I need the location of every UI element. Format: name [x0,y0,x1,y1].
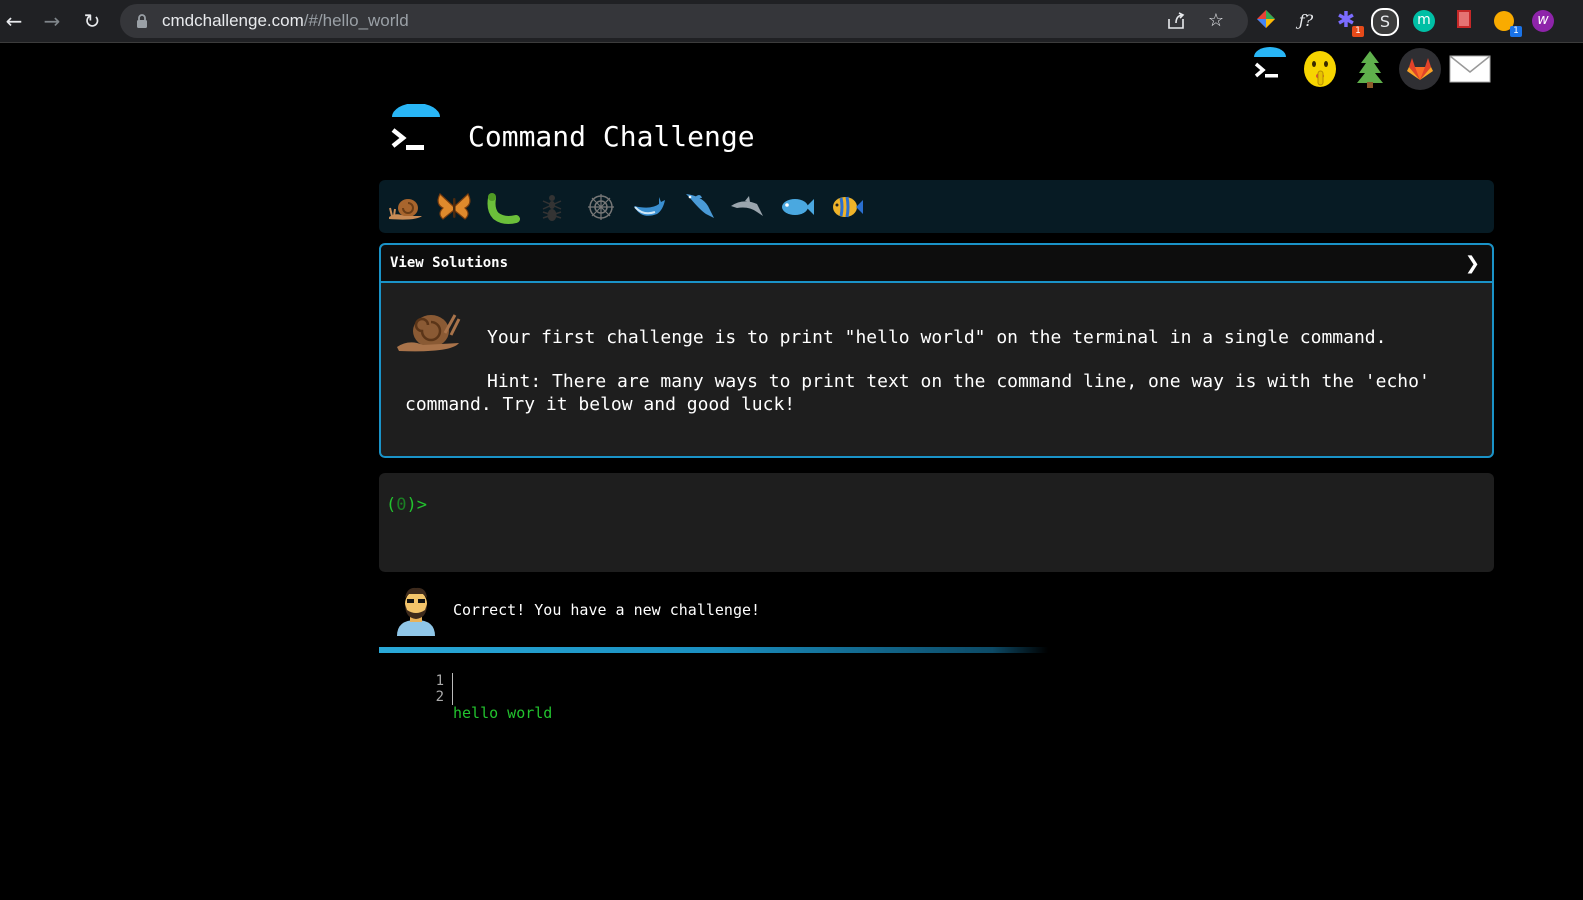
lock-icon[interactable] [134,13,150,29]
forward-arrow-icon[interactable]: → [40,9,64,33]
browser-toolbar: ← → ↻ cmdchallenge.com/#/hello_world ☆ ƒ… [0,0,1583,43]
snail-icon[interactable] [386,188,424,226]
challenge-description: Your first challenge is to print "hello … [487,327,1387,348]
terminal-input[interactable]: (0)> [379,473,1494,572]
view-solutions-label[interactable]: View Solutions [390,255,508,271]
line-number: 1 [435,673,444,689]
color-picker-extension-icon[interactable] [1253,8,1279,34]
formula-extension-icon[interactable]: ƒ? [1293,8,1319,34]
butterfly-icon[interactable] [435,188,473,226]
challenge-panel: View Solutions ❯ Your first challenge is… [379,243,1494,458]
honey-extension-icon[interactable]: 1 [1491,8,1522,37]
feedback-message: Correct! You have a new challenge! [453,601,761,619]
address-bar[interactable]: cmdchallenge.com/#/hello_world ☆ [120,4,1248,38]
snail-icon [395,307,461,355]
line-number: 2 [435,689,444,705]
sparkle-extension-icon[interactable]: ✱ 1 [1333,8,1364,37]
whale-icon[interactable] [631,188,669,226]
avatar [393,584,439,636]
terminal-logo-icon[interactable] [1248,47,1292,91]
site-logo-icon[interactable] [388,103,444,156]
gitlab-icon[interactable] [1398,47,1442,91]
m-extension-icon[interactable]: m [1411,8,1437,34]
w-extension-icon[interactable]: w [1530,8,1556,34]
page-title: Command Challenge [468,120,755,153]
dolphin-icon[interactable] [729,188,767,226]
share-icon[interactable] [1166,11,1186,31]
extension-badge: 1 [1352,26,1364,37]
url-text[interactable]: cmdchallenge.com/#/hello_world [162,4,409,38]
s-extension-icon[interactable]: S [1371,8,1399,36]
prompt-counter: 0 [396,495,407,515]
command-output: hello world [453,673,552,769]
view-solutions-header[interactable]: View Solutions ❯ [381,245,1492,283]
bookmark-star-icon[interactable]: ☆ [1206,11,1226,31]
shark-icon[interactable] [680,188,718,226]
chevron-right-icon[interactable]: ❯ [1465,253,1480,274]
terminal-prompt: (0)> [386,495,427,515]
spider-web-icon[interactable] [582,188,620,226]
back-arrow-icon[interactable]: ← [2,9,26,33]
output-line: hello world [453,704,553,722]
ant-icon[interactable] [533,188,571,226]
fish-icon[interactable] [778,188,816,226]
challenge-hint: Hint: There are many ways to print text … [405,371,1430,415]
caterpillar-icon[interactable] [484,188,522,226]
extension-badge: 1 [1510,26,1522,37]
line-number-gutter: 1 2 [412,673,453,705]
mail-icon[interactable] [1448,47,1492,91]
reload-icon[interactable]: ↻ [80,9,104,33]
bookmark-extension-icon[interactable] [1451,8,1477,34]
tropical-fish-icon[interactable] [827,188,865,226]
shushing-face-icon[interactable] [1298,47,1342,91]
progress-divider [379,647,1494,653]
tree-icon[interactable] [1348,47,1392,91]
challenge-progress-bar [379,180,1494,233]
